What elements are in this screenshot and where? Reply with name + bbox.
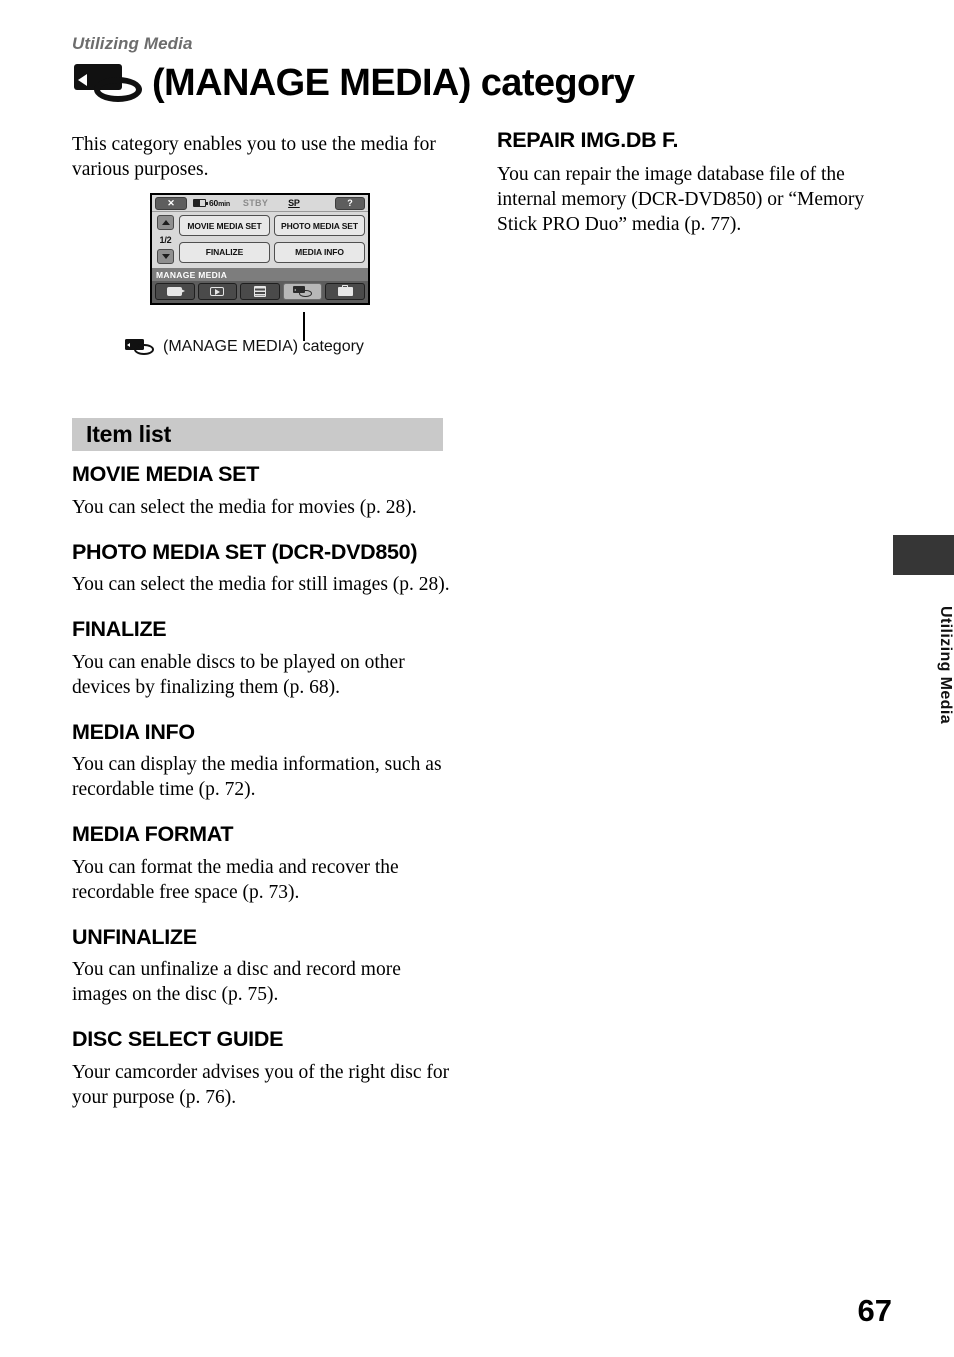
item-entry: MEDIA INFO You can display the media inf… — [72, 721, 450, 803]
entry-title: DISC SELECT GUIDE — [72, 1027, 284, 1052]
page: Utilizing Media (MANAGE MEDIA) category … — [0, 0, 954, 1357]
lcd-menu-item-movie-media-set[interactable]: MOVIE MEDIA SET — [179, 215, 270, 236]
briefcase-icon — [337, 284, 353, 296]
entry-title: MEDIA FORMAT — [72, 822, 234, 847]
help-button[interactable]: ? — [335, 196, 365, 210]
entry-title: MEDIA INFO — [72, 719, 195, 744]
close-icon[interactable]: ✕ — [155, 196, 187, 210]
manage-media-icon — [72, 62, 152, 104]
lcd-menu-grid: MOVIE MEDIA SET PHOTO MEDIA SET FINALIZE… — [179, 215, 365, 264]
lcd-tab-playback[interactable] — [197, 283, 238, 300]
lcd-status-bar: ✕ 60min STBY SP ? — [152, 195, 368, 212]
item-list-entries: MOVIE MEDIA SET You can select the media… — [72, 463, 450, 1131]
entry-description: You can select the media for movies (p. … — [72, 496, 417, 518]
item-entry: PHOTO MEDIA SET (DCR-DVD850) You can sel… — [72, 539, 450, 598]
quality-label: SP — [288, 198, 300, 208]
item-entry: DISC SELECT GUIDE Your camcorder advises… — [72, 1028, 450, 1110]
lcd-menu-body: 1/2 MOVIE MEDIA SET PHOTO MEDIA SET FINA… — [152, 212, 368, 268]
battery-time: 60min — [209, 198, 230, 208]
battery-indicator: 60min — [193, 198, 230, 208]
lcd-menu-item-photo-media-set[interactable]: PHOTO MEDIA SET — [274, 215, 365, 236]
item-entry: UNFINALIZE You can unfinalize a disc and… — [72, 926, 450, 1008]
manage-media-icon — [125, 338, 157, 356]
entry-title: FINALIZE — [72, 617, 167, 642]
entry-description: You can unfinalize a disc and record mor… — [72, 959, 401, 1006]
thumb-index-tab — [893, 535, 954, 575]
intro-paragraph: This category enables you to use the med… — [72, 134, 436, 180]
lcd-tab-manage-media[interactable] — [282, 283, 323, 300]
entry-description: You can repair the image database file o… — [497, 164, 865, 235]
entry-description: You can display the media information, s… — [72, 754, 442, 801]
entry-description: Your camcorder advises you of the right … — [72, 1061, 450, 1108]
intro-block: This category enables you to use the med… — [72, 132, 444, 182]
camera-icon — [167, 287, 186, 296]
figure-caption: (MANAGE MEDIA) category — [125, 338, 364, 356]
entry-description: You can format the media and recover the… — [72, 856, 399, 903]
item-list-heading: Item list — [72, 418, 443, 451]
entry-description: You can enable discs to be played on oth… — [72, 651, 405, 698]
entry-title: MOVIE MEDIA SET — [72, 462, 260, 486]
manage-media-icon — [292, 286, 313, 297]
entry-title: PHOTO MEDIA SET (DCR-DVD850) — [72, 539, 418, 564]
lcd-tab-others[interactable] — [325, 283, 365, 300]
lcd-figure: ✕ 60min STBY SP ? 1/2 MOVIE MEDIA SET PH… — [150, 193, 370, 305]
page-indicator: 1/2 — [159, 235, 172, 245]
lcd-tab-camera[interactable] — [155, 283, 195, 300]
lcd-tab-bar — [152, 281, 368, 303]
lcd-menu-item-finalize[interactable]: FINALIZE — [179, 241, 270, 263]
entry-description: You can select the media for still image… — [72, 574, 450, 596]
item-entry: FINALIZE You can enable discs to be play… — [72, 618, 450, 700]
figure-caption-text: (MANAGE MEDIA) category — [163, 338, 364, 355]
battery-icon — [193, 199, 208, 207]
list-icon — [253, 286, 266, 297]
running-head: Utilizing Media — [72, 34, 193, 53]
chevron-up-icon[interactable] — [157, 215, 174, 230]
item-entry: MEDIA FORMAT You can format the media an… — [72, 823, 450, 905]
thumb-index-label: Utilizing Media — [937, 606, 954, 724]
entry-title: REPAIR IMG.DB F. — [497, 128, 679, 152]
lcd-pager: 1/2 — [155, 215, 176, 264]
item-list-heading-text: Item list — [86, 421, 172, 447]
play-icon — [210, 287, 225, 296]
item-entry: MOVIE MEDIA SET You can select the media… — [72, 463, 450, 520]
entry-title: UNFINALIZE — [72, 924, 197, 949]
lcd-screen: ✕ 60min STBY SP ? 1/2 MOVIE MEDIA SET PH… — [150, 193, 370, 305]
page-title-text: (MANAGE MEDIA) category — [152, 62, 635, 104]
lcd-category-label: MANAGE MEDIA — [152, 268, 368, 281]
lcd-tab-menu[interactable] — [240, 283, 280, 300]
page-title: (MANAGE MEDIA) category — [72, 57, 635, 109]
recording-mode-label: STBY — [242, 198, 269, 208]
callout-line — [303, 312, 305, 341]
page-number: 67 — [857, 1293, 892, 1328]
chevron-down-icon[interactable] — [157, 249, 174, 264]
right-column: REPAIR IMG.DB F. You can repair the imag… — [497, 128, 869, 237]
lcd-menu-item-media-info[interactable]: MEDIA INFO — [274, 241, 365, 263]
